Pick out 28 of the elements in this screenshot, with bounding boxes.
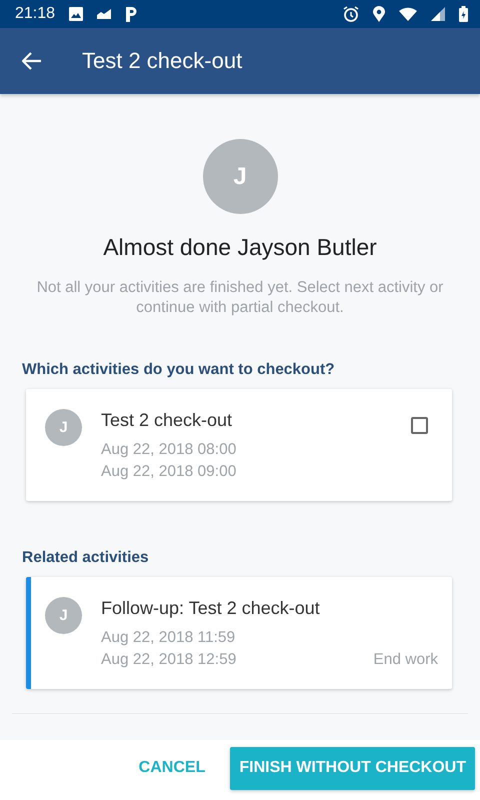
avatar: J: [45, 409, 82, 446]
greeting-heading: Almost done Jayson Butler: [102, 234, 378, 261]
parking-icon: [125, 6, 138, 22]
activity-card[interactable]: J Test 2 check-out Aug 22, 2018 08:00 Aug 22, 2018 09:00: [26, 389, 452, 501]
status-time: 21:18: [15, 5, 56, 23]
wifi-icon: [399, 7, 417, 21]
alarm-icon: [343, 6, 359, 22]
activity-title: Test 2 check-out: [101, 410, 234, 431]
end-time: Aug 22, 2018 09:00: [101, 462, 238, 482]
checkbox[interactable]: [411, 417, 428, 434]
back-arrow-icon: [22, 52, 42, 70]
activity-title: Follow-up: Test 2 check-out: [101, 598, 321, 619]
start-time: Aug 22, 2018 11:59: [101, 628, 236, 648]
end-time: Aug 22, 2018 12:59: [101, 650, 238, 670]
start-time: Aug 22, 2018 08:00: [101, 440, 238, 460]
location-icon: [373, 6, 385, 22]
screen-title: Test 2 check-out: [82, 48, 242, 74]
activity-status: End work: [373, 651, 438, 669]
activity-card[interactable]: J Follow-up: Test 2 check-out Aug 22, 2018 11:59 Aug 22, 2018 12:59 End work: [26, 577, 452, 689]
avatar: J: [45, 597, 82, 634]
signal-icon: [431, 7, 445, 21]
user-avatar: J: [202, 139, 278, 214]
chart-icon: [97, 9, 112, 19]
image-icon: [69, 7, 84, 21]
section-title: Related activities: [22, 549, 150, 567]
battery-icon: [459, 6, 468, 22]
section-title: Which activities do you want to checkout?: [22, 361, 336, 379]
info-message: Not all your activities are finished yet. Select next activity or continue with partial checkout.: [36, 278, 444, 318]
